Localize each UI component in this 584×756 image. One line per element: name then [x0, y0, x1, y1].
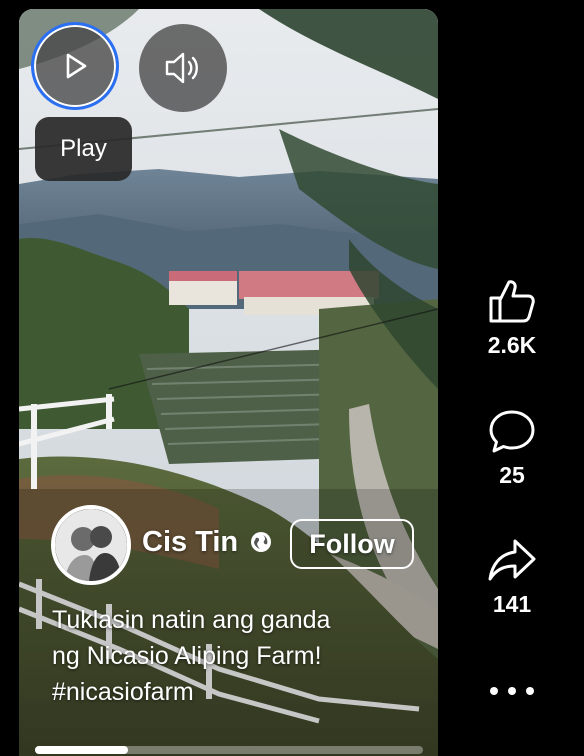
video-progress-bar[interactable]: [35, 746, 423, 754]
author-avatar[interactable]: [51, 505, 131, 585]
post-caption: Tuklasin natin ang ganda ng Nicasio Alip…: [52, 602, 412, 710]
play-icon: [66, 53, 87, 79]
speaker-icon: [165, 52, 198, 84]
avatar-photo: [55, 509, 127, 581]
follow-button[interactable]: Follow: [290, 519, 414, 569]
sound-button[interactable]: [139, 24, 227, 112]
comment-bubble-icon: [489, 410, 535, 453]
caption-line: ng Nicasio Aliping Farm!: [52, 642, 322, 670]
caption-hashtag[interactable]: #nicasiofarm: [52, 674, 412, 710]
more-dots-icon: [508, 687, 516, 695]
video-progress-fill: [35, 746, 129, 754]
play-tooltip: Play: [35, 117, 132, 181]
like-count: 2.6K: [487, 332, 537, 358]
share-count: 141: [492, 591, 532, 617]
comment-button[interactable]: 25: [468, 408, 556, 489]
like-button[interactable]: 2.6K: [468, 278, 556, 359]
more-dots-icon: [490, 687, 498, 695]
more-options-button[interactable]: [490, 682, 534, 700]
more-dots-icon: [526, 687, 534, 695]
author-name[interactable]: Cis Tin: [142, 526, 238, 559]
share-arrow-icon: [488, 539, 536, 581]
share-button[interactable]: 141: [468, 537, 556, 618]
comment-count: 25: [499, 462, 525, 488]
reel-viewer: Play Cis Tin Follow Tuklasin natin ang g…: [0, 0, 584, 756]
thumbs-up-icon: [489, 280, 535, 323]
caption-line: Tuklasin natin ang ganda: [52, 606, 331, 634]
play-button[interactable]: [31, 22, 119, 110]
globe-icon: [251, 532, 271, 552]
